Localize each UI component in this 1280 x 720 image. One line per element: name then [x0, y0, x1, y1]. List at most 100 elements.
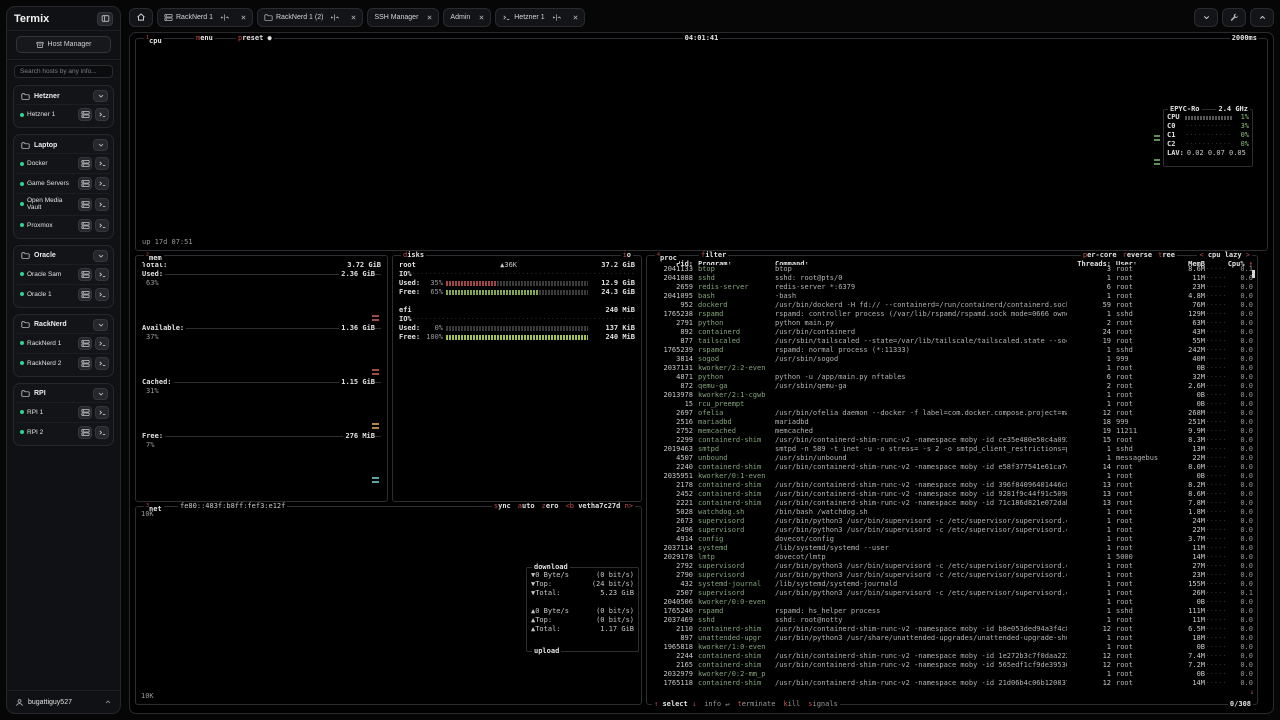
preset-button[interactable]: preset ● [236, 34, 274, 43]
host-connect-button[interactable] [78, 288, 92, 301]
process-row[interactable]: 2752memcachedmemcached19112119.9M·····0.… [651, 427, 1253, 436]
host-connect-button[interactable] [78, 157, 92, 170]
process-row[interactable]: 2041095bash-bash1root4.8M·····0.0 [651, 292, 1253, 301]
info-key[interactable]: info ↵ [704, 700, 729, 709]
process-row[interactable]: 952dockerd/usr/bin/dockerd -H fd:// --co… [651, 301, 1253, 310]
process-row[interactable]: 2029178lmtpdovecot/lmtp1500014M·····0.0 [651, 553, 1253, 562]
tab-racknerd-1-2-[interactable]: RackNerd 1 (2) [257, 8, 363, 27]
host-connect-button[interactable] [78, 219, 92, 232]
scroll-up-button[interactable] [1250, 8, 1274, 27]
host-connect-button[interactable] [78, 177, 92, 190]
process-row[interactable]: 2496supervisord/usr/bin/python3 /usr/bin… [651, 526, 1253, 535]
process-row[interactable]: 2037114systemd/lib/systemd/systemd --use… [651, 544, 1253, 553]
process-row[interactable]: 2040506kworker/0:0-even1root0B·····0.0 [651, 598, 1253, 607]
sidebar-footer[interactable]: bugattiguy527 [7, 690, 120, 713]
process-row[interactable]: 2792supervisord/usr/bin/python3 /usr/bin… [651, 562, 1253, 571]
process-row[interactable]: 2041133btopbtop3root8.6M·····0.1 [651, 265, 1253, 274]
menu-button[interactable]: menu [194, 34, 215, 43]
group-header-oracle[interactable]: Oracle [17, 248, 110, 264]
process-row[interactable]: 2507supervisord/usr/bin/python3 /usr/bin… [651, 589, 1253, 598]
tab-hetzner-1[interactable]: Hetzner 1 [495, 8, 584, 27]
host-connect-button[interactable] [78, 337, 92, 350]
process-row[interactable]: 1765238rspamdrspamd: controller process … [651, 310, 1253, 319]
group-header-racknerd[interactable]: RackNerd [17, 317, 110, 333]
host-item-racknerd-1[interactable]: RackNerd 1 [17, 333, 110, 353]
host-connect-button[interactable] [78, 108, 92, 121]
host-connect-button[interactable] [78, 406, 92, 419]
terminal-view[interactable]: 1cpu menu preset ● 04:01:41 2000ms EPYC-… [129, 32, 1274, 714]
close-tab-button[interactable] [474, 10, 489, 25]
host-item-rpi-2[interactable]: RPI 2 [17, 422, 110, 442]
close-tab-button[interactable] [422, 10, 437, 25]
host-terminal-button[interactable] [95, 108, 109, 121]
select-keys[interactable]: ↑ select ↓ [654, 700, 696, 709]
net-interface-selector[interactable]: <b vetha7c27d n> [566, 502, 633, 511]
proc-option-percore[interactable]: per-core [1083, 251, 1117, 260]
net-toggle-zero[interactable]: zero [542, 502, 559, 511]
host-item-oracle-sam[interactable]: Oracle Sam [17, 264, 110, 284]
process-row[interactable]: 4507unbound/usr/sbin/unbound1messagebus2… [651, 454, 1253, 463]
split-tab-button[interactable] [549, 10, 564, 25]
process-row[interactable]: 2019463smtpdsmtpd -n 589 -t inet -u -o s… [651, 445, 1253, 454]
host-connect-button[interactable] [78, 268, 92, 281]
host-terminal-button[interactable] [95, 268, 109, 281]
host-connect-button[interactable] [78, 198, 92, 211]
host-terminal-button[interactable] [95, 157, 109, 170]
process-row[interactable]: 1765239rspamdrspamd: normal process (*:1… [651, 346, 1253, 355]
net-toggle-auto[interactable]: auto [518, 502, 535, 511]
proc-filter-button[interactable]: filter [699, 251, 728, 260]
process-row[interactable]: 4871pythonpython -u /app/main.py nftable… [651, 373, 1253, 382]
terminate-key[interactable]: terminate [737, 700, 775, 709]
process-row[interactable]: 877tailscaled/usr/sbin/tailscaled --stat… [651, 337, 1253, 346]
host-item-oracle-1[interactable]: Oracle 1 [17, 284, 110, 304]
tools-button[interactable] [1222, 8, 1246, 27]
group-header-hetzner[interactable]: Hetzner [17, 88, 110, 104]
host-connect-button[interactable] [78, 357, 92, 370]
process-row[interactable]: 2452containerd-shim/usr/bin/containerd-s… [651, 490, 1253, 499]
process-row[interactable]: 2240containerd-shim/usr/bin/containerd-s… [651, 463, 1253, 472]
process-row[interactable]: 15rcu_preempt1root0B·····0.0 [651, 400, 1253, 409]
net-toggle-sync[interactable]: sync [494, 502, 511, 511]
host-terminal-button[interactable] [95, 177, 109, 190]
host-manager-button[interactable]: Host Manager [16, 36, 111, 53]
process-row[interactable]: 872qemu-ga/usr/sbin/qemu-ga2root2.6M····… [651, 382, 1253, 391]
process-row[interactable]: 5028watchdog.sh/bin/bash /watchdog.sh1ro… [651, 508, 1253, 517]
proc-scrollbar-thumb[interactable] [1252, 270, 1255, 278]
collapse-sidebar-button[interactable] [97, 12, 113, 26]
group-collapse-button[interactable] [93, 250, 108, 262]
process-row[interactable]: 2037469sshdsshd: root@notty1root11M·····… [651, 616, 1253, 625]
group-header-laptop[interactable]: Laptop [17, 137, 110, 153]
process-row[interactable]: 3814sogod/usr/sbin/sogod199940M·····0.0 [651, 355, 1253, 364]
host-item-rpi-1[interactable]: RPI 1 [17, 402, 110, 422]
group-collapse-button[interactable] [93, 388, 108, 400]
process-row[interactable]: 1765240rspamdrspamd: hs_helper process1s… [651, 607, 1253, 616]
search-input[interactable] [14, 65, 113, 78]
process-row[interactable]: 2013978kworker/2:1-cgwb1root0B·····0.0 [651, 391, 1253, 400]
process-row[interactable]: 2221containerd-shim/usr/bin/containerd-s… [651, 499, 1253, 508]
proc-sort-selector[interactable]: < cpu lazy > [1197, 251, 1252, 260]
split-tab-button[interactable] [217, 10, 232, 25]
host-terminal-button[interactable] [95, 219, 109, 232]
process-row[interactable]: 1965818kworker/1:0-even1root0B·····0.0 [651, 643, 1253, 652]
process-row[interactable]: 2032979kworker/0:2-mm_p1root0B·····0.0 [651, 670, 1253, 679]
host-item-game-servers[interactable]: Game Servers [17, 173, 110, 193]
process-row[interactable]: 432systemd-journal/lib/systemd/systemd-j… [651, 580, 1253, 589]
process-row[interactable]: 2791pythonpython main.py2root63M·····0.0 [651, 319, 1253, 328]
process-row[interactable]: 2299containerd-shim/usr/bin/containerd-s… [651, 436, 1253, 445]
process-row[interactable]: 2659redis-serverredis-server *:63796root… [651, 283, 1253, 292]
process-row[interactable]: 2110containerd-shim/usr/bin/containerd-s… [651, 625, 1253, 634]
proc-option-tree[interactable]: tree [1158, 251, 1175, 260]
process-row[interactable]: 2790supervisord/usr/bin/python3 /usr/bin… [651, 571, 1253, 580]
close-tab-button[interactable] [236, 10, 251, 25]
process-row[interactable]: 2035951kworker/0:1-even1root0B·····0.0 [651, 472, 1253, 481]
process-row[interactable]: 2165containerd-shim/usr/bin/containerd-s… [651, 661, 1253, 670]
host-item-proxmox[interactable]: Proxmox [17, 215, 110, 235]
group-collapse-button[interactable] [93, 90, 108, 102]
split-tab-button[interactable] [327, 10, 342, 25]
process-row[interactable]: 2697ofelia/usr/bin/ofelia daemon --docke… [651, 409, 1253, 418]
host-terminal-button[interactable] [95, 426, 109, 439]
process-row[interactable]: 2041088sshdsshd: root@pts/01root11M·····… [651, 274, 1253, 283]
host-terminal-button[interactable] [95, 198, 109, 211]
host-item-hetzner-1[interactable]: Hetzner 1 [17, 104, 110, 124]
process-row[interactable]: 2673supervisord/usr/bin/python3 /usr/bin… [651, 517, 1253, 526]
